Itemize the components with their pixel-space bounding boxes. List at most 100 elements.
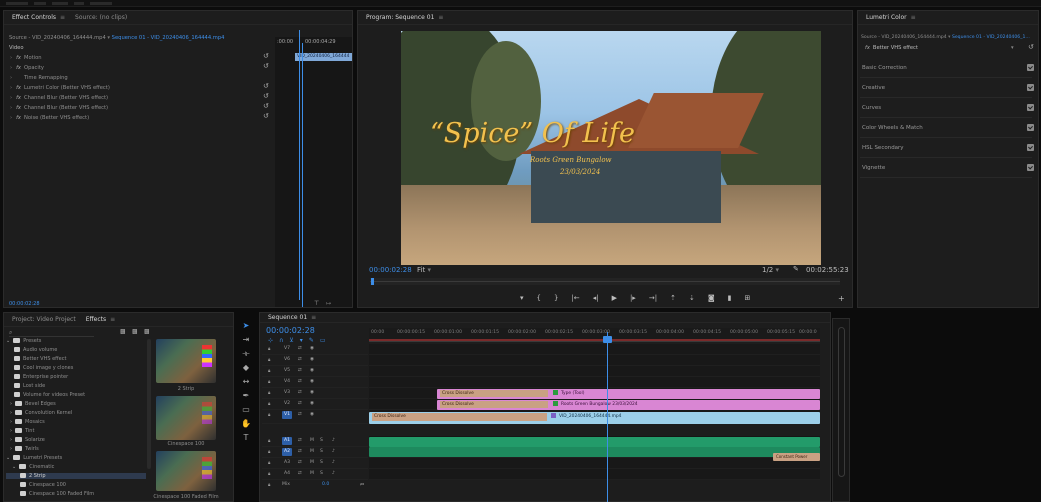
accelerated-effects-icon[interactable]: ▩ <box>120 328 126 335</box>
track-header-a3[interactable]: 🔒︎ A3 ⇄ M S ♪ <box>262 458 368 469</box>
preset-thumbnail[interactable] <box>156 451 216 491</box>
marker-icon[interactable]: ▾ <box>520 294 524 302</box>
tab-effect-controls[interactable]: Effect Controls ≡ <box>12 14 65 21</box>
tab-sequence-01[interactable]: Sequence 01 ≡ <box>268 314 316 321</box>
track-header-mix[interactable]: 🔒︎ Mix 0.0 ⏮ <box>262 480 368 491</box>
enable-checkbox[interactable] <box>1027 64 1034 71</box>
ripple-edit-tool-icon[interactable]: ⟛ <box>240 348 252 360</box>
menu-placeholder[interactable] <box>74 2 84 5</box>
fx-folder-item[interactable]: › Bevel Edges <box>10 401 56 407</box>
go-to-in-icon[interactable]: |← <box>571 294 579 302</box>
track-header-a2[interactable]: 🔒︎ A2 ⇄ M S ♪ <box>262 447 368 458</box>
scrollbar-thumb[interactable] <box>838 327 845 477</box>
tab-project[interactable]: Project: Video Project <box>12 316 76 323</box>
clip-vid[interactable]: Cross Dissolve VID_20240406_164444.mp4 <box>369 412 820 424</box>
pen-tool-icon[interactable]: ✒ <box>240 390 252 402</box>
tab-effects[interactable]: Effects ≡ <box>86 316 115 323</box>
fx-folder-cinematic[interactable]: ⌄ Cinematic <box>12 464 54 470</box>
track-header-v5[interactable]: 🔒︎ V5 ⇄ ◉ <box>262 366 368 377</box>
track-header-v1[interactable]: 🔒︎ V1 ⇄ ◉ <box>262 410 368 424</box>
wrench-icon[interactable]: ✎ <box>793 265 799 273</box>
mark-in-icon[interactable]: { <box>537 294 541 302</box>
rectangle-tool-icon[interactable]: ▭ <box>240 404 252 416</box>
panel-menu-icon[interactable]: ≡ <box>438 14 443 21</box>
add-button-icon[interactable]: + <box>838 294 845 303</box>
transition-cross-dissolve[interactable]: Cross Dissolve <box>440 390 548 397</box>
filter-icon[interactable]: ⊤ <box>314 300 319 307</box>
lumetri-section-basic-correction[interactable]: Basic Correction <box>860 58 1034 78</box>
enable-checkbox[interactable] <box>1027 84 1034 91</box>
program-fit-select[interactable]: Fit ▾ <box>417 266 431 274</box>
menu-placeholder[interactable] <box>6 2 28 5</box>
fx-preset-2-strip-selected[interactable]: 2 Strip <box>6 473 146 479</box>
fx-preset-item[interactable]: Lost side <box>14 383 45 389</box>
fx-preset-item[interactable]: Audio volume <box>14 347 57 353</box>
ec-mini-clip[interactable]: VID_20240406_164444 <box>295 53 352 61</box>
reset-icon[interactable]: ↺ <box>263 82 269 90</box>
effect-row-lumetri[interactable]: › fx Lumetri Color (Better VHS effect) <box>10 85 110 91</box>
program-quality-select[interactable]: 1/2 ▾ <box>762 266 779 274</box>
lumetri-section-curves[interactable]: Curves <box>860 98 1034 118</box>
clip-audio-a1[interactable] <box>369 437 820 447</box>
ec-timecode[interactable]: 00:00:02:28 <box>9 301 40 307</box>
ec-mini-timeline[interactable]: :00:00 00:00:04:29 VID_20240406_164444 <box>275 37 352 307</box>
lumetri-section-hsl-secondary[interactable]: HSL Secondary <box>860 138 1034 158</box>
selection-tool-icon[interactable]: ➤ <box>240 320 252 332</box>
effect-row-motion[interactable]: › fx Motion <box>10 55 42 61</box>
transition-constant-power[interactable]: Constant Power <box>773 453 820 461</box>
enable-checkbox[interactable] <box>1027 144 1034 151</box>
track-header-v2[interactable]: 🔒︎ V2 ⇄ ◉ <box>262 399 368 410</box>
track-lane-v6[interactable] <box>369 355 820 366</box>
fx-folder-lumetri-presets[interactable]: ⌄ Lumetri Presets <box>6 455 62 461</box>
effect-row-time-remapping[interactable]: ›fxTime Remapping <box>10 75 68 81</box>
track-select-tool-icon[interactable]: ⇥ <box>240 334 252 346</box>
timeline-snap-tools[interactable]: ⊹∩⊻▾✎▭ <box>268 337 332 344</box>
lumetri-effect-select[interactable]: fx Better VHS effect ▾ <box>861 45 1014 51</box>
transition-cross-dissolve[interactable]: Cross Dissolve <box>372 413 547 421</box>
program-scrub-bar[interactable] <box>370 278 840 285</box>
go-to-out-icon[interactable]: →| <box>649 294 657 302</box>
enable-checkbox[interactable] <box>1027 124 1034 131</box>
lift-icon[interactable]: ⇡ <box>670 294 676 302</box>
track-header-a1[interactable]: 🔒︎ A1 ⇄ M S ♪ <box>262 436 368 447</box>
tab-source[interactable]: Source: (no clips) <box>75 14 127 21</box>
panel-menu-icon[interactable]: ≡ <box>60 14 65 21</box>
fx-folder-item[interactable]: › Mosaics <box>10 419 45 425</box>
lumetri-section-color-wheels[interactable]: Color Wheels & Match <box>860 118 1034 138</box>
panel-menu-icon[interactable]: ≡ <box>311 314 316 321</box>
track-lane-v4[interactable] <box>369 377 820 388</box>
32bit-effects-icon[interactable]: ▩ <box>132 328 138 335</box>
track-header-v7[interactable]: 🔒︎ V7 ⇄ ◉ <box>262 344 368 355</box>
camera-icon[interactable]: ◙ <box>708 294 715 302</box>
track-lane-a4[interactable] <box>369 469 820 480</box>
fx-folder-item[interactable]: › Convolution Kernel <box>10 410 72 416</box>
track-lane-v5[interactable] <box>369 366 820 377</box>
enable-checkbox[interactable] <box>1027 164 1034 171</box>
track-header-v6[interactable]: 🔒︎ V6 ⇄ ◉ <box>262 355 368 366</box>
panel-menu-icon[interactable]: ≡ <box>911 14 916 21</box>
enable-checkbox[interactable] <box>1027 104 1034 111</box>
slip-tool-icon[interactable]: ↔ <box>240 376 252 388</box>
track-lane-a3[interactable] <box>369 458 820 469</box>
extract-icon[interactable]: ⇣ <box>689 294 695 302</box>
preset-thumbnail[interactable] <box>156 339 216 383</box>
track-header-v4[interactable]: 🔒︎ V4 ⇄ ◉ <box>262 377 368 388</box>
fx-preset-item[interactable]: Enterprise pointer <box>14 374 68 380</box>
ec-playhead[interactable] <box>302 43 303 307</box>
preset-thumbnail[interactable] <box>156 396 216 440</box>
fx-folder-item[interactable]: › Twirls <box>10 446 39 452</box>
menu-placeholder[interactable] <box>52 2 68 5</box>
fx-folder-item[interactable]: › Solarize <box>10 437 45 443</box>
razor-tool-icon[interactable]: ◆ <box>240 362 252 374</box>
clip-title[interactable]: Cross Dissolve Roots Green Bungalow 23/03… <box>437 400 820 410</box>
tab-program[interactable]: Program: Sequence 01 ≡ <box>366 14 443 21</box>
effect-row-channel-blur-2[interactable]: › fx Channel Blur (Better VHS effect) <box>10 105 108 111</box>
lumetri-sequence-link[interactable]: Sequence 01 - VID_20240406_1... <box>952 35 1030 40</box>
fx-preset-item[interactable]: Better VHS effect <box>14 356 66 362</box>
lumetri-section-creative[interactable]: Creative <box>860 78 1034 98</box>
reset-icon[interactable]: ↺ <box>263 92 269 100</box>
fx-preset-item[interactable]: Cinespace 100 <box>20 482 66 488</box>
track-lane-v7[interactable] <box>369 344 820 355</box>
vr-icon[interactable]: ⊞ <box>744 294 750 302</box>
reset-icon[interactable]: ↺ <box>1028 43 1034 51</box>
